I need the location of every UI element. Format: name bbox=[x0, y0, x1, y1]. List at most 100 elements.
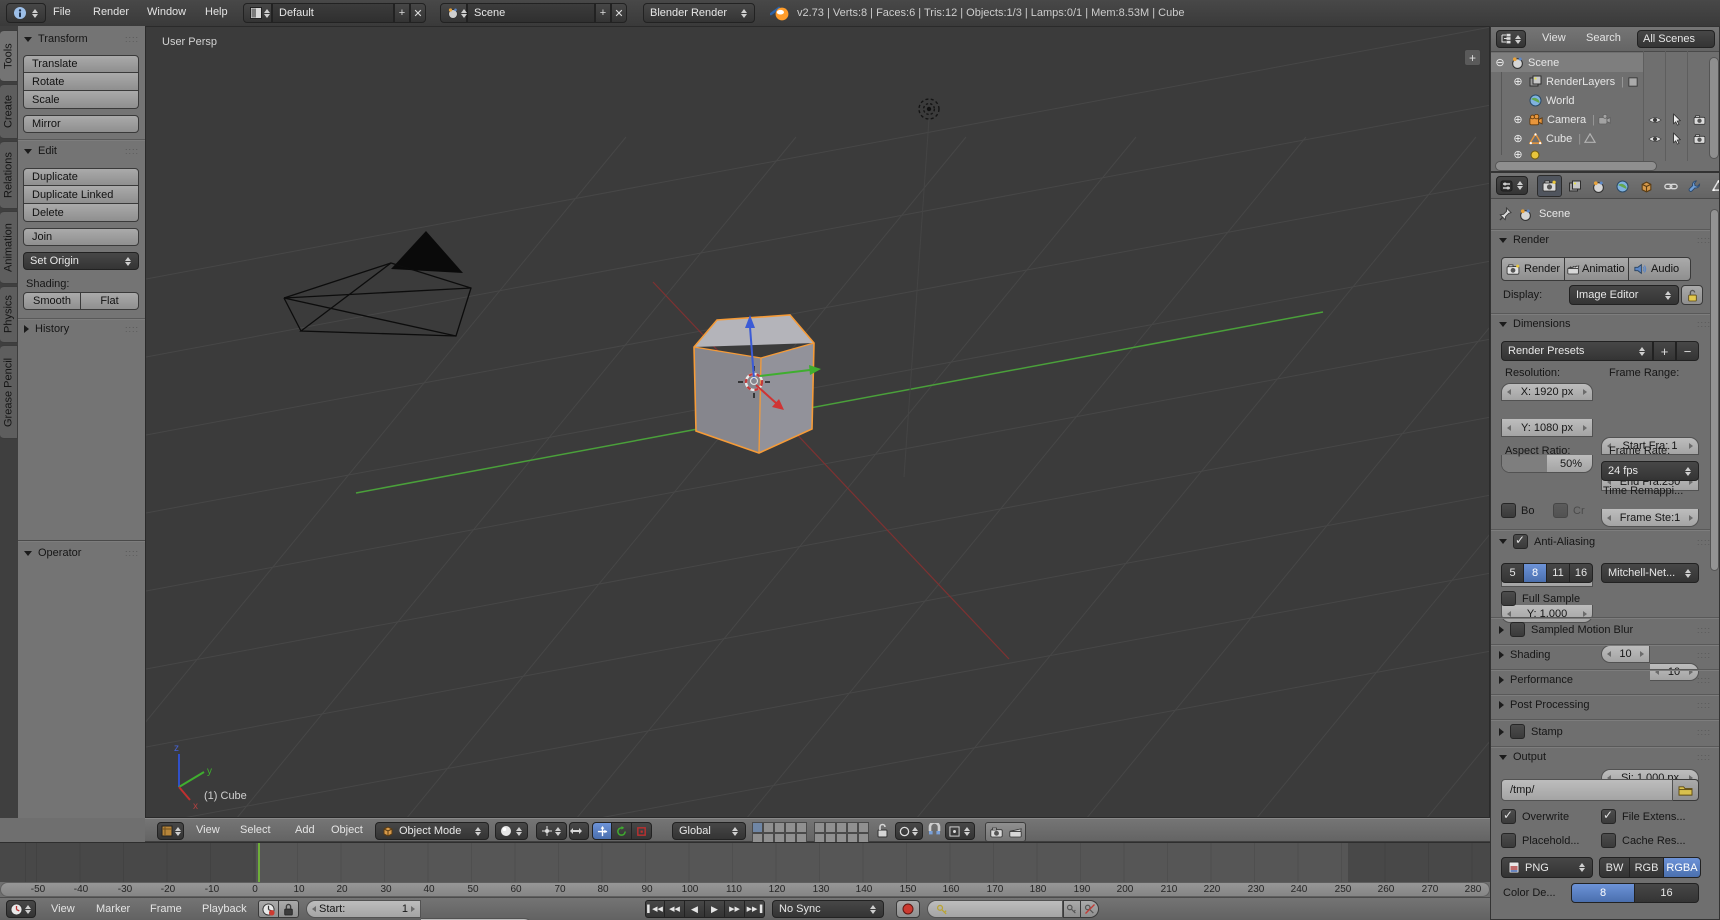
manipulator-scale-button[interactable] bbox=[632, 822, 652, 840]
timeline-menu-marker[interactable]: Marker bbox=[89, 903, 137, 915]
cache-result-checkbox[interactable] bbox=[1601, 833, 1616, 848]
crop-checkbox[interactable] bbox=[1553, 503, 1568, 518]
tab-relations[interactable]: Relations bbox=[0, 141, 18, 209]
selectability-cursor-icon[interactable] bbox=[1666, 110, 1688, 129]
motion-blur-checkbox[interactable] bbox=[1510, 622, 1525, 637]
crop-checkbox-row[interactable]: Cr bbox=[1553, 503, 1585, 518]
display-lock-button[interactable] bbox=[1681, 285, 1703, 305]
current-frame-line[interactable] bbox=[258, 843, 260, 882]
expand-expander-icon[interactable]: ⊕ bbox=[1511, 75, 1525, 88]
scene-field[interactable]: Scene bbox=[467, 3, 595, 23]
panel-header-operator[interactable]: Operator bbox=[24, 547, 139, 559]
collapse-expander-icon[interactable]: ⊖ bbox=[1493, 56, 1507, 69]
layers-group-1[interactable] bbox=[752, 822, 807, 844]
renderability-camera-icon[interactable] bbox=[1688, 110, 1710, 129]
panel-header-performance[interactable]: Performance bbox=[1499, 674, 1711, 686]
menu-file[interactable]: File bbox=[46, 6, 78, 18]
shade-smooth-button[interactable]: Smooth bbox=[23, 292, 81, 310]
panel-header-history[interactable]: History bbox=[24, 323, 139, 335]
screen-layout-browse-button[interactable] bbox=[243, 3, 272, 23]
set-origin-select[interactable]: Set Origin bbox=[23, 252, 139, 270]
timeline-editor-type-button[interactable] bbox=[6, 900, 36, 918]
sync-mode-select[interactable]: No Sync bbox=[772, 900, 884, 918]
panel-header-stamp[interactable]: Stamp bbox=[1499, 724, 1711, 739]
file-format-select[interactable]: PNG bbox=[1501, 857, 1593, 878]
output-path-field[interactable]: /tmp/ bbox=[1501, 779, 1673, 801]
tab-grease-pencil[interactable]: Grease Pencil bbox=[0, 345, 18, 439]
output-path-browse-button[interactable] bbox=[1673, 779, 1699, 801]
viewport-3d[interactable]: z y x User Persp (1) Cube + bbox=[145, 26, 1490, 818]
render-engine-select[interactable]: Blender Render bbox=[643, 3, 755, 23]
channel-bw-button[interactable]: BW bbox=[1599, 857, 1630, 878]
viewport-menu-object[interactable]: Object bbox=[324, 824, 370, 836]
tab-world[interactable] bbox=[1611, 176, 1634, 196]
lamp-object[interactable] bbox=[904, 99, 939, 477]
play-reverse-button[interactable]: ◀ bbox=[685, 900, 705, 918]
mode-select[interactable]: Object Mode bbox=[375, 822, 489, 840]
aa-samples-16[interactable]: 16 bbox=[1570, 563, 1593, 583]
aa-filter-select[interactable]: Mitchell-Net... bbox=[1601, 563, 1699, 583]
delete-button[interactable]: Delete bbox=[23, 204, 139, 222]
jump-to-end-button[interactable]: ▶▶▐ bbox=[745, 900, 765, 918]
viewport-shading-select[interactable] bbox=[495, 822, 528, 840]
manipulator-translate-button[interactable] bbox=[592, 822, 612, 840]
proportional-edit-select[interactable] bbox=[895, 822, 923, 840]
display-select[interactable]: Image Editor bbox=[1569, 285, 1679, 305]
antialiasing-checkbox[interactable] bbox=[1513, 534, 1528, 549]
outliner-filter-select[interactable]: All Scenes bbox=[1637, 30, 1715, 48]
menu-help[interactable]: Help bbox=[198, 6, 235, 18]
border-checkbox[interactable] bbox=[1501, 503, 1516, 518]
record-button[interactable] bbox=[896, 900, 920, 918]
expand-expander-icon[interactable]: ⊕ bbox=[1511, 148, 1525, 161]
visibility-eye-icon[interactable] bbox=[1644, 110, 1666, 129]
menu-render[interactable]: Render bbox=[86, 6, 136, 18]
outliner-row-scene[interactable]: ⊖ Scene bbox=[1491, 53, 1643, 72]
scale-button[interactable]: Scale bbox=[23, 91, 139, 109]
panel-header-edit[interactable]: Edit bbox=[24, 145, 139, 157]
shade-flat-button[interactable]: Flat bbox=[81, 292, 139, 310]
render-audio-button[interactable]: Audio bbox=[1629, 257, 1691, 281]
tab-constraints[interactable] bbox=[1659, 176, 1682, 196]
resolution-x-field[interactable]: X: 1920 px bbox=[1501, 383, 1593, 401]
keyingset-lock-button[interactable] bbox=[279, 900, 299, 918]
next-keyframe-button[interactable]: ▶▶ bbox=[725, 900, 745, 918]
full-sample-checkbox[interactable] bbox=[1501, 591, 1516, 606]
channel-rgb-button[interactable]: RGB bbox=[1630, 857, 1664, 878]
expand-expander-icon[interactable]: ⊕ bbox=[1511, 113, 1525, 126]
properties-region-expand-button[interactable]: + bbox=[1464, 49, 1481, 66]
keying-set-field[interactable] bbox=[927, 900, 1063, 918]
aa-samples-11[interactable]: 11 bbox=[1547, 563, 1570, 583]
selectability-cursor-icon[interactable] bbox=[1666, 129, 1688, 148]
panel-header-transform[interactable]: Transform bbox=[24, 33, 139, 45]
frame-step-field[interactable]: Frame Ste:1 bbox=[1601, 509, 1699, 527]
screen-layout-field[interactable]: Default bbox=[272, 3, 394, 23]
duplicate-button[interactable]: Duplicate bbox=[23, 168, 139, 186]
play-button[interactable]: ▶ bbox=[705, 900, 725, 918]
timeline-strip[interactable] bbox=[0, 842, 1490, 882]
outliner-menu-view[interactable]: View bbox=[1535, 32, 1573, 44]
depth-16-button[interactable]: 16 bbox=[1635, 883, 1699, 903]
overwrite-checkbox[interactable] bbox=[1501, 809, 1516, 824]
aa-samples-5[interactable]: 5 bbox=[1501, 563, 1524, 583]
outliner-menu-search[interactable]: Search bbox=[1579, 32, 1628, 44]
render-animation-button[interactable]: Animatio bbox=[1565, 257, 1629, 281]
app-menu-button[interactable] bbox=[6, 3, 46, 23]
placeholders-row[interactable]: Placehold... bbox=[1501, 833, 1579, 848]
timeline-menu-view[interactable]: View bbox=[44, 903, 82, 915]
file-extensions-row[interactable]: File Extens... bbox=[1601, 809, 1686, 824]
manipulator-toggle-button[interactable] bbox=[569, 822, 589, 840]
panel-header-post-processing[interactable]: Post Processing bbox=[1499, 699, 1711, 711]
render-presets-select[interactable]: Render Presets bbox=[1501, 341, 1653, 361]
full-sample-row[interactable]: Full Sample bbox=[1501, 591, 1580, 606]
outliner-vertical-scrollbar[interactable] bbox=[1709, 57, 1719, 159]
outliner-row-renderlayers[interactable]: ⊕ RenderLayers | bbox=[1491, 72, 1643, 91]
tab-tools[interactable]: Tools bbox=[0, 30, 18, 82]
layers-group-2[interactable] bbox=[814, 822, 869, 844]
visibility-eye-icon[interactable] bbox=[1644, 129, 1666, 148]
placeholders-checkbox[interactable] bbox=[1501, 833, 1516, 848]
timeline-menu-playback[interactable]: Playback bbox=[195, 903, 254, 915]
pin-icon[interactable] bbox=[1499, 207, 1512, 221]
panel-header-output[interactable]: Output bbox=[1499, 751, 1711, 763]
preset-remove-button[interactable]: − bbox=[1676, 341, 1699, 361]
tab-render-layers[interactable] bbox=[1563, 176, 1586, 196]
